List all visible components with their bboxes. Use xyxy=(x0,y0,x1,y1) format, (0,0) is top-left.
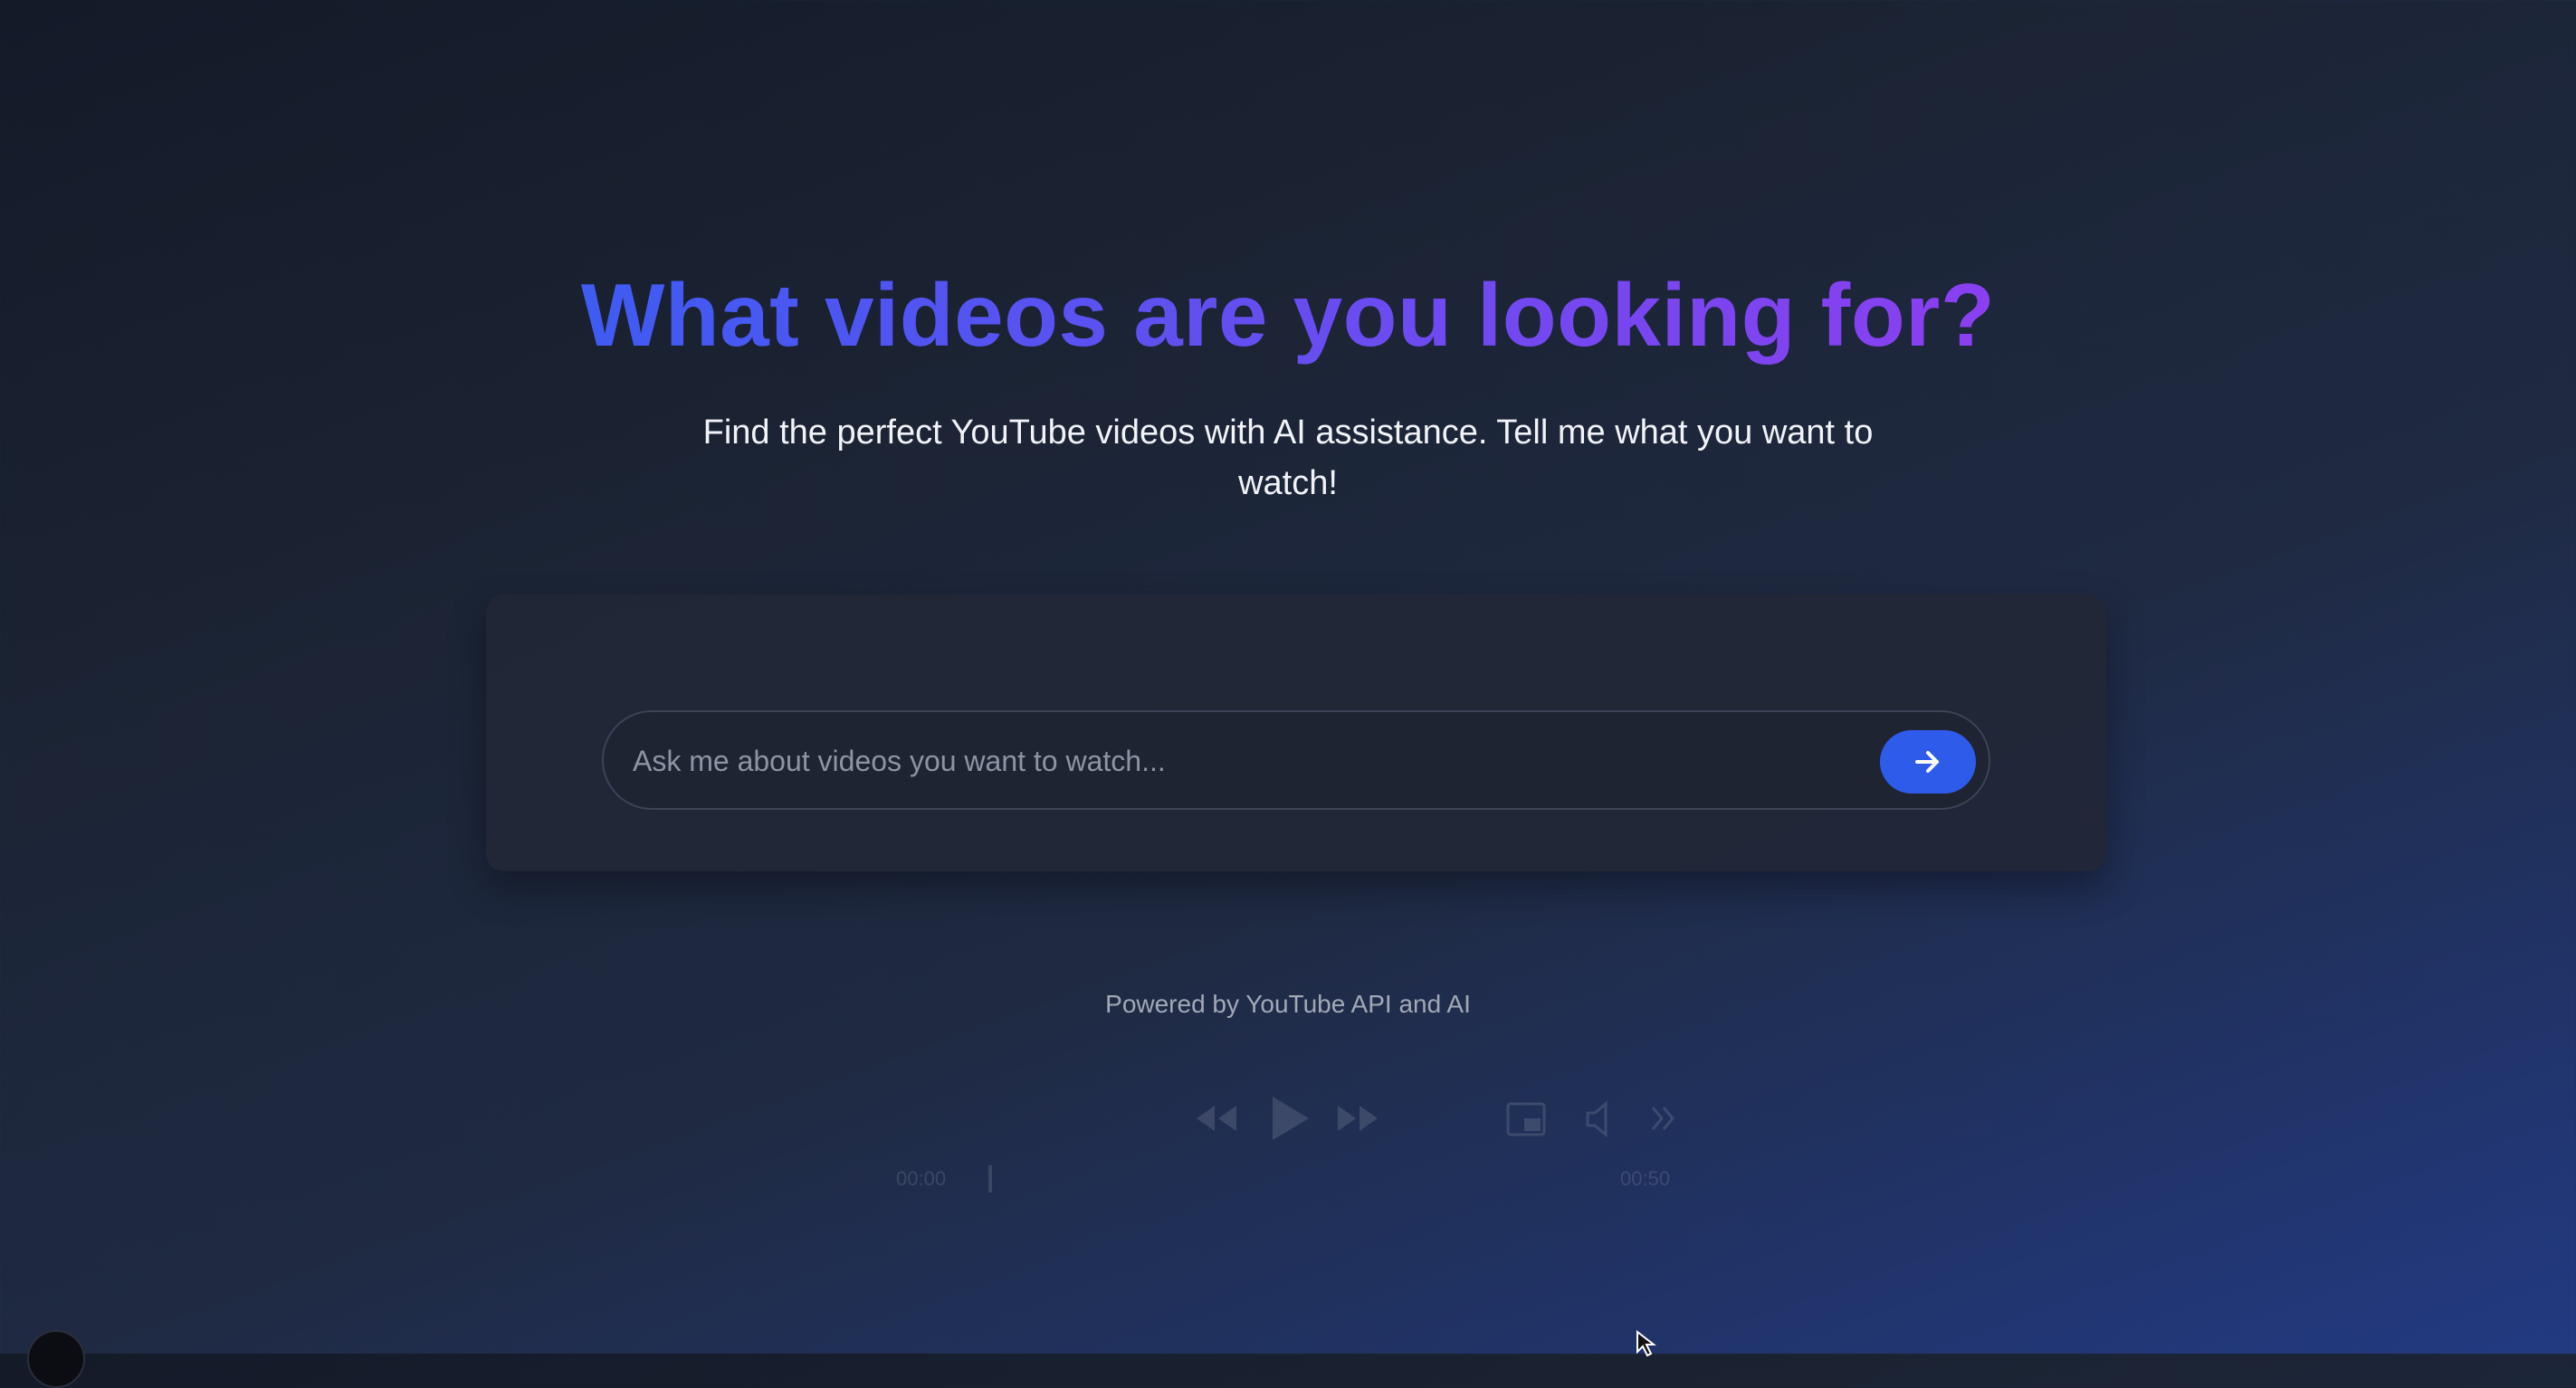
send-button[interactable] xyxy=(1880,730,1976,794)
arrow-right-icon xyxy=(1915,751,1939,773)
floating-avatar-button[interactable] xyxy=(27,1330,85,1388)
more-icon[interactable] xyxy=(1649,1104,1676,1133)
powered-by-text: Powered by YouTube API and AI xyxy=(1105,990,1471,1018)
page-subtitle: Find the perfect YouTube videos with AI … xyxy=(702,414,1874,502)
player-controls xyxy=(887,1086,1702,1158)
progress-slider[interactable] xyxy=(988,1165,992,1193)
landing-page: What videos are you looking for? Find th… xyxy=(0,0,2576,1388)
volume-icon[interactable] xyxy=(1584,1100,1617,1138)
media-player: 00:00 00:50 xyxy=(887,1086,1702,1203)
search-bar xyxy=(602,710,1990,810)
rewind-icon[interactable] xyxy=(1195,1102,1238,1135)
current-time: 00:00 xyxy=(896,1167,947,1190)
page-title-text: What videos are you looking for? xyxy=(580,265,1996,365)
page-title: What videos are you looking for? xyxy=(0,264,2576,366)
search-card xyxy=(486,594,2106,871)
search-input[interactable] xyxy=(631,712,1884,810)
duration-time: 00:50 xyxy=(1620,1167,1671,1190)
play-icon[interactable] xyxy=(1267,1093,1312,1144)
fast-forward-icon[interactable] xyxy=(1336,1102,1379,1135)
picture-in-picture-icon[interactable] xyxy=(1506,1102,1546,1138)
